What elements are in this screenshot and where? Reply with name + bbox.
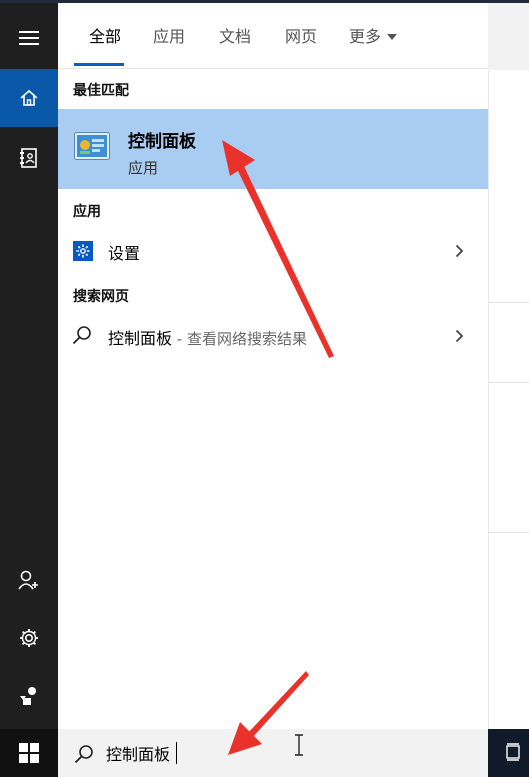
web-search-query: 控制面板 bbox=[108, 329, 173, 348]
home-button[interactable] bbox=[0, 69, 58, 127]
chevron-right-icon[interactable] bbox=[455, 329, 464, 343]
web-search-item[interactable]: 控制面板 - 查看网络搜索结果 bbox=[58, 316, 488, 356]
best-match-subtitle: 应用 bbox=[128, 159, 159, 177]
task-view-icon bbox=[506, 743, 520, 761]
search-icon bbox=[72, 326, 91, 345]
add-user-icon bbox=[18, 570, 38, 590]
windows-logo-icon bbox=[19, 743, 39, 763]
search-icon bbox=[74, 745, 93, 764]
search-results-panel: 全部 应用 文档 网页 更多 最佳匹配 控制面板 应用 应用 设置 搜索网页 控… bbox=[58, 3, 488, 729]
menu-icon bbox=[19, 31, 39, 45]
tab-apps[interactable]: 应用 bbox=[153, 23, 185, 47]
text-caret bbox=[176, 742, 177, 764]
app-item-label: 设置 bbox=[108, 244, 141, 263]
chevron-right-icon[interactable] bbox=[455, 244, 464, 258]
feedback-button[interactable] bbox=[0, 667, 58, 725]
section-web: 搜索网页 bbox=[73, 289, 129, 305]
web-search-label: 控制面板 - 查看网络搜索结果 bbox=[108, 325, 307, 349]
preview-pane bbox=[488, 70, 529, 730]
preview-divider bbox=[489, 382, 529, 383]
tab-web[interactable]: 网页 bbox=[285, 23, 317, 47]
left-rail bbox=[0, 3, 58, 777]
filter-tabs: 全部 应用 文档 网页 更多 bbox=[58, 3, 488, 69]
settings-gear-icon bbox=[20, 629, 38, 647]
best-match-item[interactable]: 控制面板 应用 bbox=[58, 109, 488, 189]
tab-more-label: 更多 bbox=[349, 27, 382, 46]
feedback-icon bbox=[20, 687, 36, 705]
add-user-button[interactable] bbox=[0, 551, 58, 609]
section-apps: 应用 bbox=[73, 204, 101, 220]
web-search-suffix: - 查看网络搜索结果 bbox=[172, 330, 307, 348]
notebook-button[interactable] bbox=[0, 129, 58, 187]
app-item-settings[interactable]: 设置 bbox=[58, 231, 488, 271]
task-view-button[interactable] bbox=[488, 729, 529, 777]
best-match-title: 控制面板 bbox=[128, 132, 196, 152]
search-input[interactable] bbox=[106, 740, 346, 766]
menu-button[interactable] bbox=[0, 9, 58, 67]
control-panel-icon bbox=[74, 132, 110, 160]
ibeam-cursor-icon bbox=[295, 734, 303, 756]
section-best-match: 最佳匹配 bbox=[73, 83, 129, 99]
settings-button[interactable] bbox=[0, 609, 58, 667]
taskbar-search-box[interactable] bbox=[58, 729, 488, 777]
notebook-icon bbox=[20, 148, 37, 168]
preview-divider bbox=[489, 532, 529, 533]
tab-documents[interactable]: 文档 bbox=[219, 23, 251, 47]
active-tab-indicator bbox=[74, 63, 124, 66]
chevron-down-icon bbox=[387, 33, 398, 40]
start-button[interactable] bbox=[0, 729, 58, 777]
tab-all[interactable]: 全部 bbox=[89, 23, 121, 47]
home-icon bbox=[20, 89, 38, 106]
settings-app-icon bbox=[73, 241, 93, 261]
tab-more[interactable]: 更多 bbox=[349, 23, 398, 47]
preview-divider bbox=[489, 302, 529, 303]
